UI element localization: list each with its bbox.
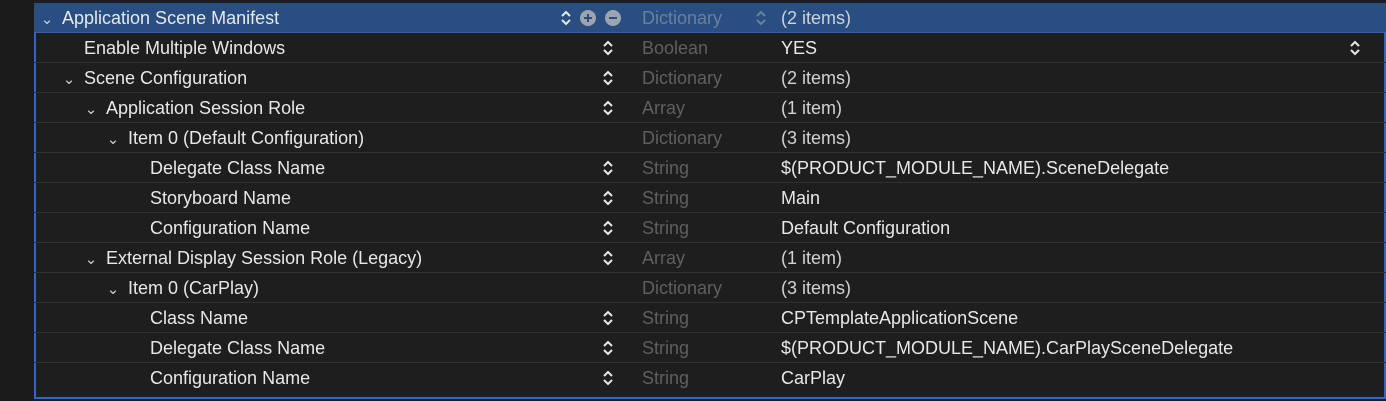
- up-down-icon[interactable]: [602, 160, 614, 176]
- row-value: (1 item): [781, 98, 843, 118]
- row-type[interactable]: String: [642, 183, 689, 213]
- row-key: Class Name: [150, 303, 248, 333]
- row-key: Configuration Name: [150, 213, 310, 243]
- row-value[interactable]: $(PRODUCT_MODULE_NAME).CarPlaySceneDeleg…: [781, 333, 1233, 363]
- up-down-icon[interactable]: [602, 370, 614, 386]
- up-down-icon[interactable]: [602, 250, 614, 266]
- plist-row-delegate-class-name[interactable]: Delegate Class Name String $(PRODUCT_MOD…: [34, 153, 1386, 183]
- row-key: ⌄ Item 0 (CarPlay): [106, 273, 259, 303]
- row-key-label: Application Session Role: [106, 98, 306, 118]
- up-down-icon[interactable]: [602, 220, 614, 236]
- plist-row-external-display-session-role[interactable]: ⌄ External Display Session Role (Legacy) …: [34, 243, 1386, 273]
- row-type[interactable]: String: [642, 303, 689, 333]
- row-key-label: Configuration Name: [150, 368, 311, 388]
- row-value[interactable]: YES: [781, 33, 817, 63]
- plist-row-class-name[interactable]: Class Name String CPTemplateApplicationS…: [34, 303, 1386, 333]
- row-key: ⌄ Scene Configuration: [62, 63, 247, 93]
- row-key-label: Scene Configuration: [84, 68, 248, 88]
- row-value[interactable]: CarPlay: [781, 363, 845, 393]
- up-down-icon[interactable]: [602, 40, 614, 56]
- plist-row-enable-multiple-windows[interactable]: Enable Multiple Windows Boolean YES: [34, 33, 1386, 63]
- row-value: (2 items): [781, 8, 852, 28]
- row-value: (3 items): [781, 128, 852, 148]
- up-down-icon[interactable]: [560, 10, 572, 26]
- plist-row-configuration-name[interactable]: Configuration Name String Default Config…: [34, 213, 1386, 243]
- plist-editor: ⌄ Application Scene Manifest Dictionary (…: [34, 0, 1386, 401]
- row-value[interactable]: Main: [781, 183, 820, 213]
- row-key: Enable Multiple Windows: [84, 33, 285, 63]
- row-key-label: Item 0 (Default Configuration): [128, 128, 365, 148]
- plus-circle-icon[interactable]: [580, 10, 596, 26]
- row-type[interactable]: String: [642, 153, 689, 183]
- row-type[interactable]: Dictionary: [642, 123, 722, 153]
- row-key: ⌄ Application Scene Manifest: [40, 3, 279, 33]
- row-key-label: Class Name: [150, 308, 249, 328]
- left-gutter: [0, 0, 34, 401]
- up-down-icon[interactable]: [602, 340, 614, 356]
- row-type[interactable]: Dictionary: [642, 273, 722, 303]
- row-key: ⌄ Application Session Role: [84, 93, 305, 123]
- minus-circle-icon[interactable]: [605, 10, 621, 26]
- row-key: Delegate Class Name: [150, 153, 325, 183]
- row-key: Delegate Class Name: [150, 333, 325, 363]
- up-down-icon[interactable]: [602, 100, 614, 116]
- row-type[interactable]: Dictionary: [642, 3, 722, 33]
- row-key-label: Configuration Name: [150, 218, 311, 238]
- up-down-icon[interactable]: [602, 70, 614, 86]
- row-key-label: Enable Multiple Windows: [84, 38, 286, 58]
- plist-row-configuration-name-carplay[interactable]: Configuration Name String CarPlay: [34, 363, 1386, 393]
- chevron-down-icon[interactable]: ⌄: [84, 95, 98, 125]
- row-value[interactable]: Default Configuration: [781, 213, 950, 243]
- row-type[interactable]: String: [642, 363, 689, 393]
- plist-row-delegate-class-name-carplay[interactable]: Delegate Class Name String $(PRODUCT_MOD…: [34, 333, 1386, 363]
- row-value[interactable]: CPTemplateApplicationScene: [781, 303, 1018, 333]
- row-value[interactable]: $(PRODUCT_MODULE_NAME).SceneDelegate: [781, 153, 1169, 183]
- chevron-down-icon[interactable]: ⌄: [40, 5, 54, 35]
- row-key-label: Delegate Class Name: [150, 338, 326, 358]
- row-type[interactable]: Boolean: [642, 33, 708, 63]
- chevron-down-icon[interactable]: ⌄: [62, 65, 76, 95]
- row-value: (3 items): [781, 278, 852, 298]
- row-key: ⌄ Item 0 (Default Configuration): [106, 123, 364, 153]
- row-key-label: Delegate Class Name: [150, 158, 326, 178]
- row-key-label: Item 0 (CarPlay): [128, 278, 260, 298]
- up-down-icon[interactable]: [755, 10, 767, 26]
- row-type[interactable]: String: [642, 213, 689, 243]
- chevron-down-icon[interactable]: ⌄: [106, 125, 120, 155]
- row-type[interactable]: String: [642, 333, 689, 363]
- row-type[interactable]: Array: [642, 93, 685, 123]
- plist-row-item-0-carplay[interactable]: ⌄ Item 0 (CarPlay) Dictionary (3 items): [34, 273, 1386, 303]
- plist-row-application-session-role[interactable]: ⌄ Application Session Role Array (1 item): [34, 93, 1386, 123]
- row-key: Storyboard Name: [150, 183, 291, 213]
- row-key-label: Application Scene Manifest: [62, 8, 280, 28]
- plist-row-scene-configuration[interactable]: ⌄ Scene Configuration Dictionary (2 items…: [34, 63, 1386, 93]
- row-type[interactable]: Array: [642, 243, 685, 273]
- up-down-icon[interactable]: [602, 190, 614, 206]
- row-key-label: Storyboard Name: [150, 188, 292, 208]
- row-type[interactable]: Dictionary: [642, 63, 722, 93]
- plist-row-application-scene-manifest[interactable]: ⌄ Application Scene Manifest Dictionary (…: [34, 3, 1386, 33]
- row-key: ⌄ External Display Session Role (Legacy): [84, 243, 422, 273]
- row-value: (2 items): [781, 68, 852, 88]
- plist-row-item-0-default-configuration[interactable]: ⌄ Item 0 (Default Configuration) Dictiona…: [34, 123, 1386, 153]
- row-value: (1 item): [781, 248, 843, 268]
- chevron-down-icon[interactable]: ⌄: [106, 275, 120, 305]
- up-down-icon[interactable]: [1349, 40, 1361, 56]
- up-down-icon[interactable]: [602, 310, 614, 326]
- plist-row-storyboard-name[interactable]: Storyboard Name String Main: [34, 183, 1386, 213]
- chevron-down-icon[interactable]: ⌄: [84, 245, 98, 275]
- row-key: Configuration Name: [150, 363, 310, 393]
- row-key-label: External Display Session Role (Legacy): [106, 248, 423, 268]
